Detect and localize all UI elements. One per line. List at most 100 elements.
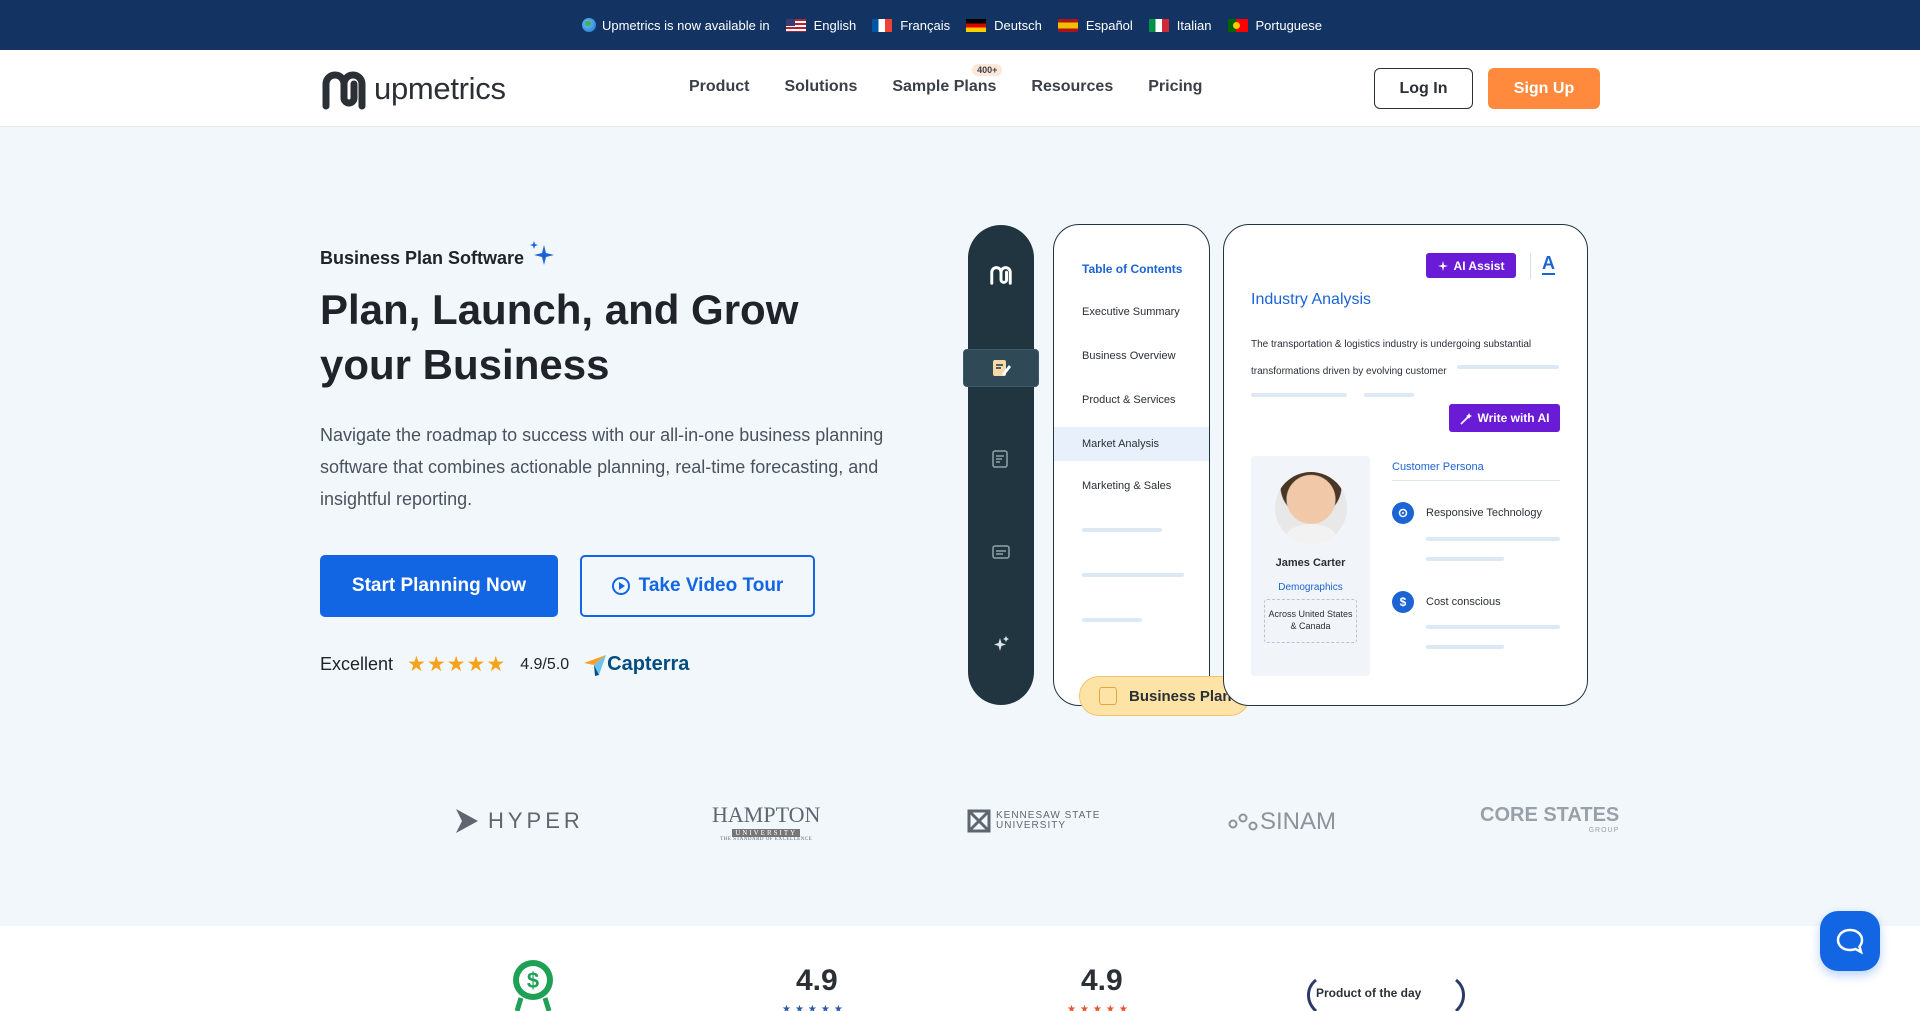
toc-item: Marketing & Sales — [1082, 480, 1172, 492]
uk-flag-icon — [785, 18, 806, 32]
logo-wordmark: upmetrics — [374, 71, 506, 106]
hampton-tagline: THE STANDARD OF EXCELLENCE — [720, 837, 813, 842]
svg-text:$: $ — [527, 968, 539, 993]
persona-trait: Responsive Technology — [1426, 507, 1542, 519]
rating-stars-icon: ★★★★★ — [407, 653, 507, 676]
core-states-wordmark: CORE STATES — [1480, 804, 1620, 826]
toc-item: Market Analysis — [1082, 438, 1160, 450]
france-flag-icon — [872, 18, 893, 32]
kennesaw-line-2: UNIVERSITY — [996, 820, 1067, 831]
language-announcement-bar: Upmetrics is now available in English Fr… — [0, 0, 1920, 50]
hyper-logo: HYPER — [454, 808, 584, 834]
kennesaw-wordmark: KENNESAW STATE UNIVERSITY — [996, 811, 1100, 831]
section-title: Industry Analysis — [1251, 291, 1372, 308]
signup-button[interactable]: Sign Up — [1488, 68, 1600, 109]
persona-card: James Carter Demographics Across United … — [1251, 456, 1370, 676]
capterra-rating[interactable]: Excellent ★★★★★ 4.9/5.0 Capterra — [320, 652, 689, 677]
money-award-icon: $ — [513, 960, 553, 1011]
language-label: Italian — [1176, 17, 1212, 33]
main-nav: Product Solutions Sample Plans 400+ Resou… — [689, 64, 1237, 96]
play-circle-icon — [611, 577, 630, 595]
core-states-logo: CORE STATES GROUP — [1480, 804, 1619, 834]
toc-item: Business Overview — [1082, 350, 1176, 362]
rating-stars-icon: ★★★★★ — [1067, 1004, 1132, 1011]
demographics-value: Across United States & Canada — [1264, 599, 1357, 643]
placeholder-line — [1364, 393, 1414, 397]
italy-flag-icon — [1148, 18, 1169, 32]
toc-item: Executive Summary — [1082, 306, 1180, 318]
stat-score: 4.9 — [796, 964, 838, 997]
section-text-line: The transportation & logistics industry … — [1251, 339, 1532, 350]
report-icon — [989, 447, 1013, 471]
placeholder-line — [1082, 573, 1184, 577]
nav-pricing[interactable]: Pricing — [1148, 78, 1202, 96]
site-header: upmetrics Product Solutions Sample Plans… — [0, 50, 1920, 127]
edit-document-icon — [989, 356, 1013, 380]
language-link-german[interactable]: Deutsch — [966, 18, 1042, 33]
language-link-french[interactable]: Français — [872, 18, 950, 33]
hyper-wordmark: HYPER — [488, 808, 584, 833]
video-tour-label: Take Video Tour — [638, 575, 784, 596]
placeholder-line — [1426, 625, 1560, 629]
language-label: English — [813, 17, 857, 33]
germany-flag-icon — [966, 18, 987, 32]
chat-support-button[interactable] — [1820, 911, 1880, 971]
hampton-wordmark: HAMPTON — [712, 802, 821, 827]
ai-assist-button: AI Assist — [1426, 253, 1516, 278]
placeholder-line — [1426, 557, 1504, 561]
text-format-icon: A — [1542, 253, 1555, 275]
magic-wand-icon — [1459, 412, 1472, 425]
persona-name: James Carter — [1275, 557, 1346, 569]
language-link-spanish[interactable]: Español — [1057, 17, 1133, 33]
language-link-italian[interactable]: Italian — [1148, 17, 1212, 33]
upmetrics-mark-icon — [989, 263, 1013, 287]
chat-bubble-icon — [1836, 928, 1864, 955]
capterra-logo: Capterra — [583, 653, 689, 676]
kennesaw-state-logo: KENNESAW STATE UNIVERSITY — [966, 808, 1100, 834]
nav-resources[interactable]: Resources — [1031, 78, 1113, 96]
rating-stars-icon: ★★★★★ — [782, 1004, 847, 1011]
nav-sample-plans[interactable]: Sample Plans 400+ — [892, 64, 1003, 96]
upmetrics-logo-icon — [322, 71, 366, 110]
login-button[interactable]: Log In — [1374, 68, 1473, 109]
toc-item: Product & Services — [1082, 394, 1176, 406]
nav-product[interactable]: Product — [689, 78, 749, 96]
start-planning-button[interactable]: Start Planning Now — [320, 555, 558, 617]
upmetrics-logo[interactable]: upmetrics — [320, 68, 506, 110]
toc-title: Table of Contents — [1082, 262, 1183, 276]
placeholder-line — [1251, 393, 1347, 397]
write-with-ai-button: Write with AI — [1449, 404, 1560, 432]
placeholder-line — [1457, 365, 1559, 369]
demographics-label: Demographics — [1278, 582, 1343, 593]
rating-score: 4.9/5.0 — [520, 655, 570, 673]
ai-sparkle-icon — [1437, 260, 1448, 271]
settings-gear-icon — [1392, 502, 1414, 524]
persona-section-title: Customer Persona — [1392, 461, 1484, 473]
globe-icon — [581, 18, 596, 32]
video-tour-button[interactable]: Take Video Tour — [580, 555, 815, 617]
language-label: Français — [900, 17, 951, 33]
nav-sample-plans-label: Sample Plans — [892, 78, 997, 95]
nav-solutions[interactable]: Solutions — [784, 78, 857, 96]
core-states-subtitle: GROUP — [1588, 827, 1620, 834]
stats-section: $ 4.9 ★★★★★ 4.9 ★★★★★ Product of the day — [0, 926, 1920, 1011]
business-plan-label: Business Plan — [1129, 687, 1232, 705]
ai-sparkle-icon — [989, 632, 1013, 656]
eyebrow-text: Business Plan Software — [320, 248, 525, 268]
capterra-wordmark: Capterra — [607, 653, 690, 675]
portugal-flag-icon — [1227, 18, 1248, 32]
kennesaw-mark-icon — [967, 809, 991, 833]
hyper-mark-icon — [456, 809, 478, 833]
ai-assist-label: AI Assist — [1453, 258, 1505, 273]
placeholder-line — [1082, 528, 1162, 532]
hampton-university-logo: HAMPTON UNIVERSITY THE STANDARD OF EXCEL… — [712, 802, 820, 842]
language-label: Portuguese — [1255, 17, 1323, 33]
placeholder-line — [1082, 618, 1142, 622]
language-link-english[interactable]: English — [785, 17, 857, 33]
app-sidebar-illustration — [963, 225, 1039, 705]
capterra-arrow-icon — [584, 654, 607, 676]
language-link-portuguese[interactable]: Portuguese — [1227, 17, 1323, 33]
plan-editor-illustration: AI Assist A Industry Analysis The transp… — [1223, 224, 1588, 706]
language-label: Español — [1085, 17, 1133, 33]
hampton-subtitle: UNIVERSITY — [732, 829, 801, 837]
